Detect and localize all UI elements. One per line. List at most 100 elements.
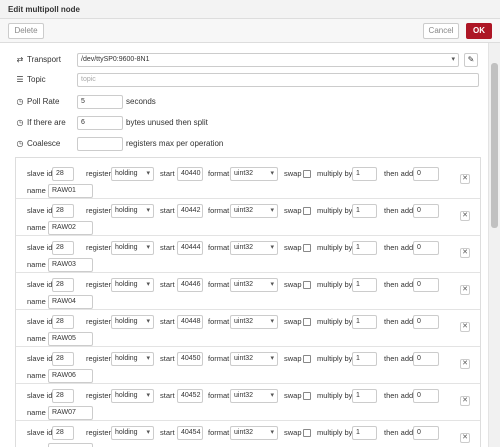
start-input[interactable]: 40454 [177, 426, 203, 440]
name-input[interactable]: RAW02 [48, 221, 93, 235]
multiply-input[interactable]: 1 [352, 241, 377, 255]
swap-checkbox[interactable] [303, 244, 311, 252]
add-input[interactable]: 0 [413, 426, 439, 440]
form-scrollbar[interactable] [488, 43, 500, 447]
add-input[interactable]: 0 [413, 315, 439, 329]
multiply-input[interactable]: 1 [352, 389, 377, 403]
multiply-input[interactable]: 1 [352, 278, 377, 292]
register-select[interactable]: holding [111, 167, 154, 181]
slave-id-input[interactable]: 28 [52, 389, 74, 403]
slave-id-label: slave id [27, 354, 53, 363]
delete-button[interactable]: Delete [8, 23, 44, 39]
transport-select[interactable]: /dev/ttySP0:9600-8N1 [77, 53, 459, 67]
ok-button[interactable]: OK [466, 23, 492, 39]
multiply-label: multiply by [317, 169, 353, 178]
close-icon: ✕ [462, 360, 468, 367]
remove-row-button[interactable]: ✕ [460, 322, 470, 332]
poll-rate-input[interactable]: 5 [77, 95, 123, 109]
close-icon: ✕ [462, 323, 468, 330]
name-input[interactable]: RAW01 [48, 184, 93, 198]
multiply-label: multiply by [317, 317, 353, 326]
format-select[interactable]: uint32 [230, 241, 278, 255]
swap-checkbox[interactable] [303, 355, 311, 363]
name-input[interactable]: RAW05 [48, 332, 93, 346]
register-select[interactable]: holding [111, 204, 154, 218]
swap-checkbox[interactable] [303, 429, 311, 437]
start-input[interactable]: 40448 [177, 315, 203, 329]
name-input[interactable]: RAW07 [48, 406, 93, 420]
multiply-input[interactable]: 1 [352, 352, 377, 366]
slave-id-input[interactable]: 28 [52, 426, 74, 440]
start-input[interactable]: 40442 [177, 204, 203, 218]
add-input[interactable]: 0 [413, 241, 439, 255]
register-label: register [86, 317, 112, 326]
slave-id-input[interactable]: 28 [52, 241, 74, 255]
split-input[interactable]: 6 [77, 116, 123, 130]
swap-checkbox[interactable] [303, 170, 311, 178]
name-input[interactable]: RAW06 [48, 369, 93, 383]
format-select[interactable]: uint32 [230, 204, 278, 218]
register-select[interactable]: holding [111, 426, 154, 440]
multiply-label: multiply by [317, 354, 353, 363]
slave-id-input[interactable]: 28 [52, 278, 74, 292]
format-label: format [208, 280, 230, 289]
remove-row-button[interactable]: ✕ [460, 359, 470, 369]
start-input[interactable]: 40440 [177, 167, 203, 181]
swap-checkbox[interactable] [303, 392, 311, 400]
slave-id-input[interactable]: 28 [52, 352, 74, 366]
register-row: slave id28 registerholding start40444 forma… [16, 236, 480, 273]
coalesce-input[interactable] [77, 137, 123, 151]
format-label: format [208, 354, 230, 363]
remove-row-button[interactable]: ✕ [460, 248, 470, 258]
add-input[interactable]: 0 [413, 389, 439, 403]
name-input[interactable] [48, 443, 93, 447]
multiply-input[interactable]: 1 [352, 426, 377, 440]
register-select[interactable]: holding [111, 389, 154, 403]
name-input[interactable]: RAW04 [48, 295, 93, 309]
topic-input[interactable]: topic [77, 73, 479, 87]
register-select[interactable]: holding [111, 241, 154, 255]
remove-row-button[interactable]: ✕ [460, 433, 470, 443]
format-select[interactable]: uint32 [230, 389, 278, 403]
swap-checkbox[interactable] [303, 281, 311, 289]
clock-icon: ◷ [16, 118, 24, 127]
cancel-button[interactable]: Cancel [423, 23, 459, 39]
add-input[interactable]: 0 [413, 204, 439, 218]
clock-icon: ◷ [16, 97, 24, 106]
add-input[interactable]: 0 [413, 278, 439, 292]
scrollbar-thumb[interactable] [491, 63, 498, 228]
coalesce-suffix: registers max per operation [126, 139, 224, 148]
swap-checkbox[interactable] [303, 318, 311, 326]
slave-id-input[interactable]: 28 [52, 167, 74, 181]
register-select[interactable]: holding [111, 278, 154, 292]
slave-id-input[interactable]: 28 [52, 315, 74, 329]
slave-id-input[interactable]: 28 [52, 204, 74, 218]
add-input[interactable]: 0 [413, 352, 439, 366]
format-select[interactable]: uint32 [230, 315, 278, 329]
name-input[interactable]: RAW03 [48, 258, 93, 272]
then-add-label: then add [384, 354, 414, 363]
register-select[interactable]: holding [111, 315, 154, 329]
format-select[interactable]: uint32 [230, 278, 278, 292]
swap-checkbox[interactable] [303, 207, 311, 215]
format-select[interactable]: uint32 [230, 167, 278, 181]
split-suffix: bytes unused then split [126, 118, 208, 127]
format-select[interactable]: uint32 [230, 352, 278, 366]
start-input[interactable]: 40446 [177, 278, 203, 292]
edit-transport-button[interactable]: ✎ [464, 53, 478, 67]
remove-row-button[interactable]: ✕ [460, 174, 470, 184]
multiply-input[interactable]: 1 [352, 204, 377, 218]
remove-row-button[interactable]: ✕ [460, 211, 470, 221]
register-label: register [86, 391, 112, 400]
format-select[interactable]: uint32 [230, 426, 278, 440]
remove-row-button[interactable]: ✕ [460, 396, 470, 406]
multiply-input[interactable]: 1 [352, 167, 377, 181]
add-input[interactable]: 0 [413, 167, 439, 181]
register-label: register [86, 428, 112, 437]
remove-row-button[interactable]: ✕ [460, 285, 470, 295]
register-select[interactable]: holding [111, 352, 154, 366]
start-input[interactable]: 40444 [177, 241, 203, 255]
start-input[interactable]: 40450 [177, 352, 203, 366]
multiply-input[interactable]: 1 [352, 315, 377, 329]
start-input[interactable]: 40452 [177, 389, 203, 403]
